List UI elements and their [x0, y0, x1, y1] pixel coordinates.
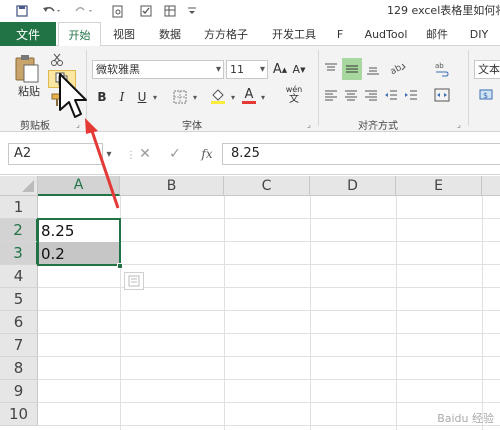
annotation-arrow	[85, 118, 120, 209]
mouse-pointer-icon	[59, 73, 87, 118]
watermark: Baidu 经验	[437, 412, 494, 425]
